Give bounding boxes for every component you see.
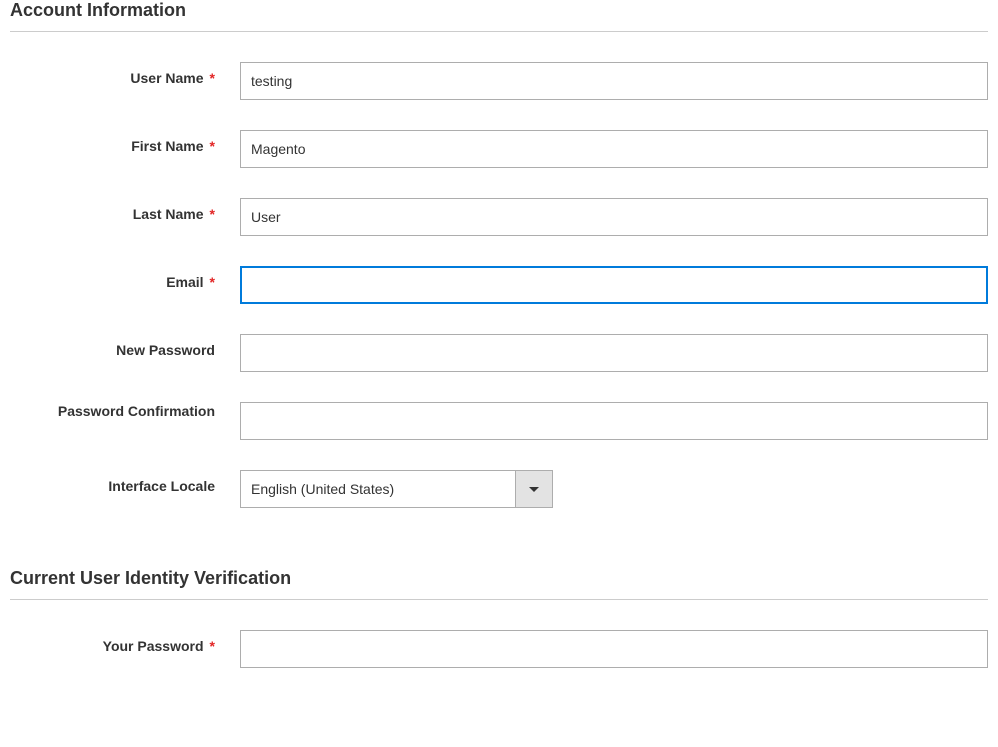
- lastname-input[interactable]: [240, 198, 988, 236]
- identity-verification-section: Current User Identity Verification Your …: [10, 568, 988, 668]
- verification-heading: Current User Identity Verification: [10, 568, 988, 600]
- password-confirmation-label: Password Confirmation: [10, 402, 240, 422]
- interface-locale-label: Interface Locale: [10, 470, 240, 494]
- required-asterisk: *: [210, 274, 215, 290]
- required-asterisk: *: [210, 138, 215, 154]
- field-username: User Name*: [10, 62, 988, 100]
- new-password-input[interactable]: [240, 334, 988, 372]
- email-input[interactable]: [240, 266, 988, 304]
- field-email: Email*: [10, 266, 988, 304]
- field-interface-locale: Interface Locale English (United States): [10, 470, 988, 508]
- field-firstname: First Name*: [10, 130, 988, 168]
- field-your-password: Your Password*: [10, 630, 988, 668]
- required-asterisk: *: [210, 638, 215, 654]
- username-label: User Name*: [10, 62, 240, 86]
- your-password-label: Your Password*: [10, 630, 240, 654]
- required-asterisk: *: [210, 206, 215, 222]
- your-password-input[interactable]: [240, 630, 988, 668]
- account-info-heading: Account Information: [10, 0, 988, 32]
- required-asterisk: *: [210, 70, 215, 86]
- password-confirmation-input[interactable]: [240, 402, 988, 440]
- account-information-section: Account Information User Name* First Nam…: [10, 0, 988, 508]
- field-lastname: Last Name*: [10, 198, 988, 236]
- firstname-input[interactable]: [240, 130, 988, 168]
- interface-locale-select[interactable]: English (United States): [240, 470, 515, 508]
- field-password-confirmation: Password Confirmation: [10, 402, 988, 440]
- lastname-label: Last Name*: [10, 198, 240, 222]
- chevron-down-icon: [515, 470, 553, 508]
- username-input[interactable]: [240, 62, 988, 100]
- field-new-password: New Password: [10, 334, 988, 372]
- new-password-label: New Password: [10, 334, 240, 358]
- firstname-label: First Name*: [10, 130, 240, 154]
- email-label: Email*: [10, 266, 240, 290]
